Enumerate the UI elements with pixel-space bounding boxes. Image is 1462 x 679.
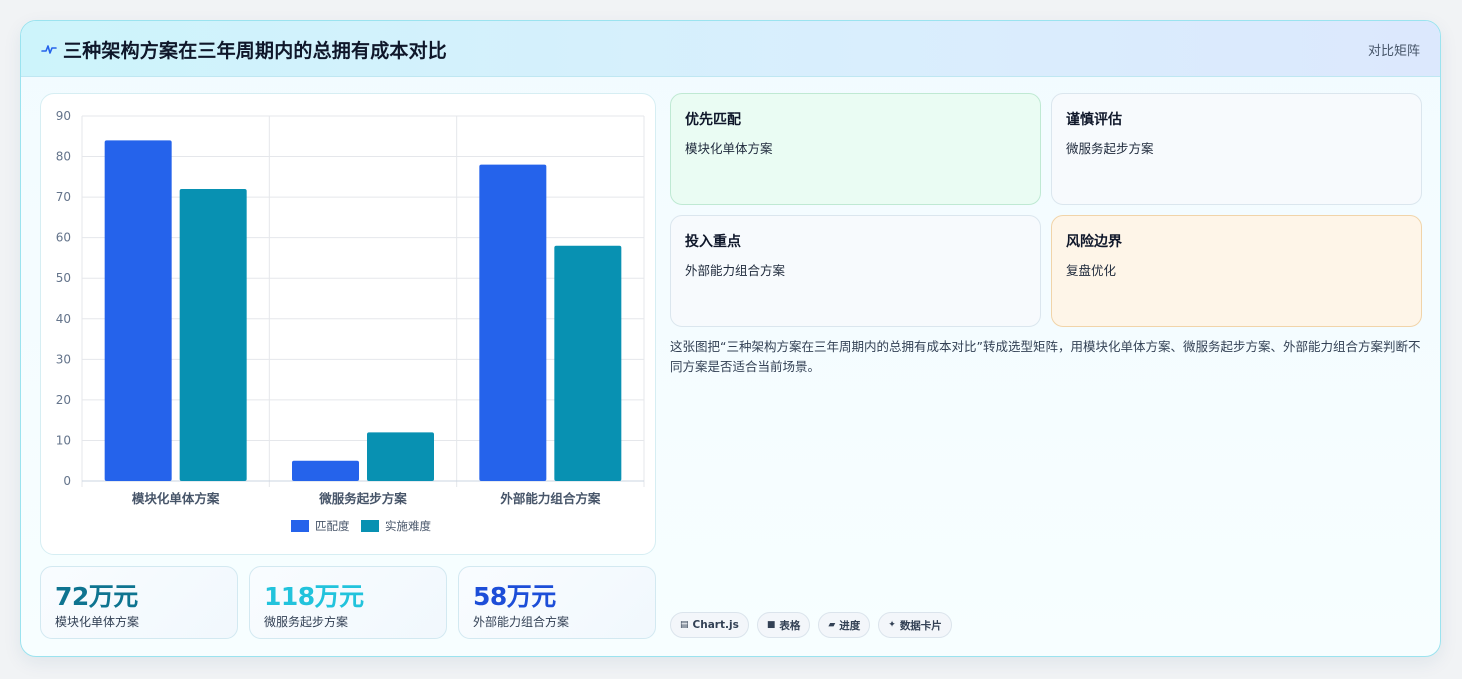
tag-chartjs[interactable]: ▤ Chart.js <box>670 612 749 638</box>
sparkle-icon: ✦ <box>888 620 896 630</box>
tag-data-cards[interactable]: ✦ 数据卡片 <box>878 612 952 638</box>
tag-table[interactable]: ■ 表格 <box>756 612 811 638</box>
tag-progress[interactable]: ▰ 进度 <box>818 612 871 638</box>
stat-card-modular: 72万元 模块化单体方案 <box>40 566 238 639</box>
y-tick-label: 30 <box>56 352 71 366</box>
legend-label: 实施难度 <box>385 519 431 533</box>
y-tick-label: 40 <box>56 312 71 326</box>
tag-label: 数据卡片 <box>899 619 942 632</box>
y-tick-label: 0 <box>63 474 71 488</box>
chart-description: 这张图把“三种架构方案在三年周期内的总拥有成本对比”转成选型矩阵，用模块化单体方… <box>670 339 1421 374</box>
bar <box>292 460 359 481</box>
table-icon: ■ <box>766 620 776 630</box>
y-tick-label: 60 <box>56 231 71 245</box>
x-tick-label: 微服务起步方案 <box>318 491 407 506</box>
stat-value: 58万元 <box>473 582 556 611</box>
quadrant-title: 谨慎评估 <box>1066 112 1122 128</box>
legend-swatch <box>291 520 309 532</box>
quadrant-priority-match: 优先匹配 模块化单体方案 <box>670 93 1041 205</box>
legend-swatch <box>361 520 379 532</box>
page-title: 三种架构方案在三年周期内的总拥有成本对比 <box>63 40 448 62</box>
quadrant-careful-eval: 谨慎评估 微服务起步方案 <box>1051 93 1422 205</box>
bar <box>104 140 172 482</box>
quadrant-text: 微服务起步方案 <box>1066 141 1154 156</box>
tag-list: ▤ Chart.js ■ 表格 ▰ 进度 ✦ 数据卡片 <box>670 612 952 638</box>
bar <box>367 432 434 481</box>
view-badge: 对比矩阵 <box>1367 44 1420 59</box>
stat-label: 微服务起步方案 <box>264 615 349 629</box>
stat-value: 72万元 <box>55 582 138 611</box>
stat-card-external: 58万元 外部能力组合方案 <box>458 566 656 639</box>
y-tick-label: 50 <box>56 271 71 285</box>
legend-label: 匹配度 <box>315 519 350 533</box>
comparison-card: 三种架构方案在三年周期内的总拥有成本对比 对比矩阵 0 10 20 30 40 50 60 7… <box>20 20 1441 657</box>
stat-label: 外部能力组合方案 <box>473 615 570 629</box>
pulse-icon <box>41 45 57 54</box>
tag-label: 进度 <box>839 619 861 632</box>
stat-label: 模块化单体方案 <box>55 615 140 629</box>
progress-icon: ▰ <box>828 620 836 630</box>
quadrant-title: 优先匹配 <box>685 112 741 128</box>
y-tick-label: 90 <box>56 109 71 123</box>
stat-card-microservice: 118万元 微服务起步方案 <box>249 566 447 639</box>
x-tick-label: 模块化单体方案 <box>132 491 220 506</box>
bar <box>179 189 247 481</box>
stat-value: 118万元 <box>264 582 364 611</box>
y-tick-label: 20 <box>56 393 71 407</box>
quadrant-investment-focus: 投入重点 外部能力组合方案 <box>670 215 1041 327</box>
x-tick-label: 外部能力组合方案 <box>499 491 601 506</box>
bar-chart: 0 10 20 30 40 50 60 70 80 90 模块化单体方案 微服务起步方案 外部能力组合方… <box>56 109 645 533</box>
y-tick-label: 10 <box>56 433 71 447</box>
y-tick-label: 80 <box>56 150 71 164</box>
bar <box>479 164 547 481</box>
bar <box>554 245 622 481</box>
quadrant-text: 外部能力组合方案 <box>685 263 786 278</box>
tag-label: Chart.js <box>692 619 739 631</box>
quadrant-title: 投入重点 <box>685 234 741 250</box>
bar-chart-panel: 0 10 20 30 40 50 60 70 80 90 模块化单体方案 微服务起步方案 外部能力组合方… <box>40 93 656 555</box>
y-tick-label: 70 <box>56 190 71 204</box>
quadrant-risk-boundary: 风险边界 复盘优化 <box>1051 215 1422 327</box>
tag-label: 表格 <box>779 619 801 632</box>
quadrant-text: 模块化单体方案 <box>685 141 773 156</box>
card-header: 三种架构方案在三年周期内的总拥有成本对比 对比矩阵 <box>21 21 1440 77</box>
quadrant-title: 风险边界 <box>1066 234 1122 250</box>
quadrant-text: 复盘优化 <box>1066 263 1117 278</box>
chart-icon: ▤ <box>680 620 689 630</box>
